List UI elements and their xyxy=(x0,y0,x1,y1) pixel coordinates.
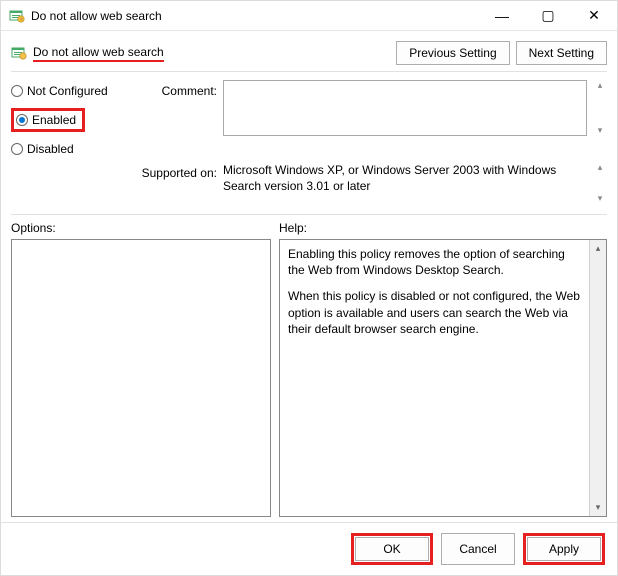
help-paragraph: When this policy is disabled or not conf… xyxy=(288,288,581,337)
supported-on-text: Microsoft Windows XP, or Windows Server … xyxy=(223,162,587,194)
policy-icon xyxy=(11,45,27,61)
close-button[interactable]: ✕ xyxy=(571,1,617,30)
divider xyxy=(11,71,607,72)
previous-setting-button[interactable]: Previous Setting xyxy=(396,41,509,65)
radio-disabled[interactable]: Disabled xyxy=(11,142,131,156)
comment-label: Comment: xyxy=(137,80,217,98)
radio-icon xyxy=(11,143,23,155)
maximize-button[interactable]: ▢ xyxy=(525,1,571,30)
radio-enabled-highlight: Enabled xyxy=(11,108,85,132)
window-title: Do not allow web search xyxy=(31,9,162,23)
ok-highlight: OK xyxy=(351,533,433,565)
ok-button[interactable]: OK xyxy=(355,537,429,561)
options-label: Options: xyxy=(11,221,271,235)
radio-icon xyxy=(16,114,28,126)
header-row: Do not allow web search Previous Setting… xyxy=(1,31,617,71)
radio-label: Disabled xyxy=(27,142,74,156)
cancel-button[interactable]: Cancel xyxy=(441,533,515,565)
supported-row: Supported on: Microsoft Windows XP, or W… xyxy=(1,156,617,204)
help-pane: Enabling this policy removes the option … xyxy=(279,239,607,517)
help-label: Help: xyxy=(279,221,607,235)
radio-label: Not Configured xyxy=(27,84,108,98)
state-radio-group: Not Configured Enabled Disabled xyxy=(11,80,131,156)
chevron-up-icon: ▴ xyxy=(598,162,603,173)
radio-not-configured[interactable]: Not Configured xyxy=(11,84,131,98)
policy-title: Do not allow web search xyxy=(33,45,164,62)
window-controls: — ▢ ✕ xyxy=(479,1,617,30)
chevron-down-icon[interactable]: ▾ xyxy=(590,499,606,516)
settings-grid: Not Configured Enabled Disabled Comment:… xyxy=(1,80,617,156)
help-text: Enabling this policy removes the option … xyxy=(280,240,589,516)
titlebar: Do not allow web search — ▢ ✕ xyxy=(1,1,617,31)
chevron-up-icon[interactable]: ▴ xyxy=(590,240,606,257)
comment-textarea[interactable] xyxy=(223,80,587,136)
chevron-up-icon: ▴ xyxy=(598,80,603,91)
radio-label: Enabled xyxy=(32,113,76,127)
radio-enabled[interactable]: Enabled xyxy=(16,113,76,127)
lower-panes: Enabling this policy removes the option … xyxy=(1,239,617,517)
dialog-footer: OK Cancel Apply xyxy=(1,522,617,575)
help-paragraph: Enabling this policy removes the option … xyxy=(288,246,581,278)
apply-button[interactable]: Apply xyxy=(527,537,601,561)
divider xyxy=(11,214,607,215)
supported-on-label: Supported on: xyxy=(137,162,217,180)
pane-labels: Options: Help: xyxy=(1,221,617,239)
minimize-button[interactable]: — xyxy=(479,1,525,30)
comment-scroll-indicator: ▴ ▾ xyxy=(593,80,607,136)
apply-highlight: Apply xyxy=(523,533,605,565)
help-scrollbar[interactable]: ▴ ▾ xyxy=(589,240,606,516)
options-pane xyxy=(11,239,271,517)
chevron-down-icon: ▾ xyxy=(598,125,603,136)
radio-icon xyxy=(11,85,23,97)
next-setting-button[interactable]: Next Setting xyxy=(516,41,607,65)
policy-icon xyxy=(9,8,25,24)
supported-scroll-indicator: ▴ ▾ xyxy=(593,162,607,204)
chevron-down-icon: ▾ xyxy=(598,193,603,204)
